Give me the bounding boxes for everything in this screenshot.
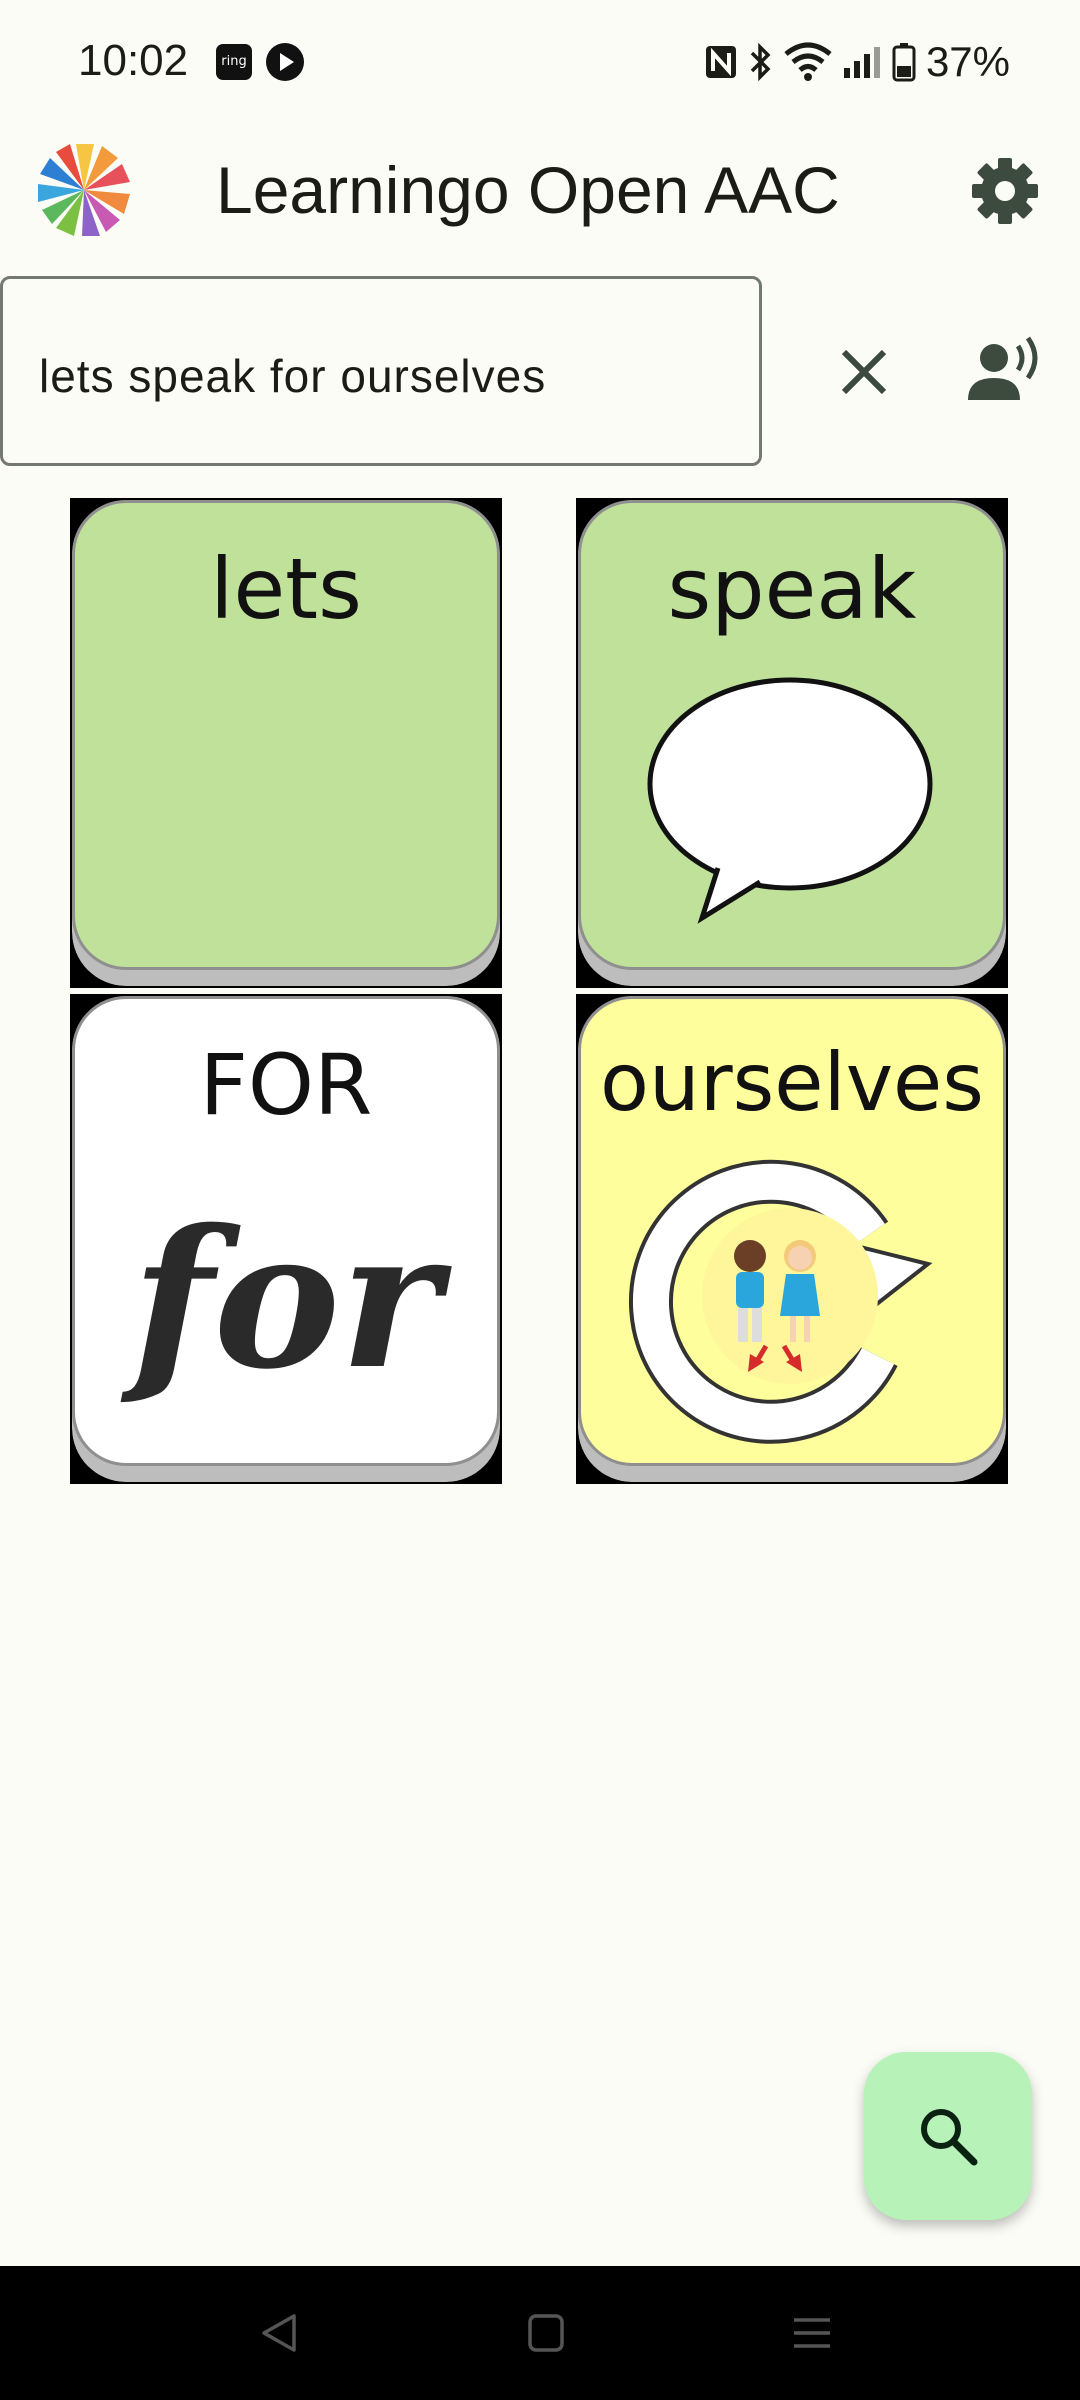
back-triangle-icon (262, 2314, 296, 2352)
nav-home-button[interactable] (486, 2266, 606, 2400)
menu-lines-icon (794, 2318, 830, 2348)
home-square-icon (528, 2314, 564, 2352)
tile-lets[interactable]: lets (70, 498, 502, 988)
status-time: 10:02 (78, 36, 189, 85)
wifi-icon (784, 42, 832, 81)
settings-button[interactable] (970, 156, 1040, 226)
tile-label: ourselves (600, 1036, 984, 1129)
tile-label: speak (667, 540, 917, 638)
app-logo-icon (38, 144, 130, 236)
close-icon (841, 349, 887, 395)
gear-icon (972, 158, 1038, 224)
nfc-icon (705, 46, 736, 78)
speak-sentence-button[interactable] (966, 330, 1046, 410)
battery-percent: 37% (925, 38, 1010, 85)
sentence-input[interactable]: lets speak for ourselves (0, 276, 762, 466)
tile-for[interactable]: FOR for (70, 994, 502, 1484)
nav-recents-button[interactable] (752, 2266, 872, 2400)
bluetooth-icon (750, 42, 771, 82)
search-fab-button[interactable] (864, 2052, 1032, 2220)
clear-sentence-button[interactable] (826, 334, 902, 410)
system-nav-bar (0, 2266, 1080, 2400)
speaker-person-icon (968, 336, 1038, 400)
play-icon (266, 43, 304, 81)
tile-ourselves[interactable]: ourselves (576, 994, 1008, 1484)
ourselves-icon (629, 1159, 933, 1444)
for-word-icon: for (120, 1188, 452, 1411)
signal-icon (843, 47, 880, 78)
tile-label: lets (210, 540, 362, 638)
status-icons: 37% (704, 34, 1010, 90)
status-bar: 10:02 ring 37% (0, 0, 1080, 120)
app-title: Learningo Open AAC (216, 153, 840, 227)
app-bar: Learningo Open AAC (0, 126, 1080, 256)
tile-speak[interactable]: speak (576, 498, 1008, 988)
nav-back-button[interactable] (218, 2266, 338, 2400)
sentence-text: lets speak for ourselves (39, 350, 547, 402)
speech-bubble-icon (647, 677, 933, 924)
battery-icon (892, 43, 916, 82)
ring-app-icon: ring (216, 44, 252, 80)
tile-label: FOR (199, 1036, 373, 1134)
search-icon (921, 2109, 978, 2166)
svg-text:for: for (120, 1188, 452, 1411)
